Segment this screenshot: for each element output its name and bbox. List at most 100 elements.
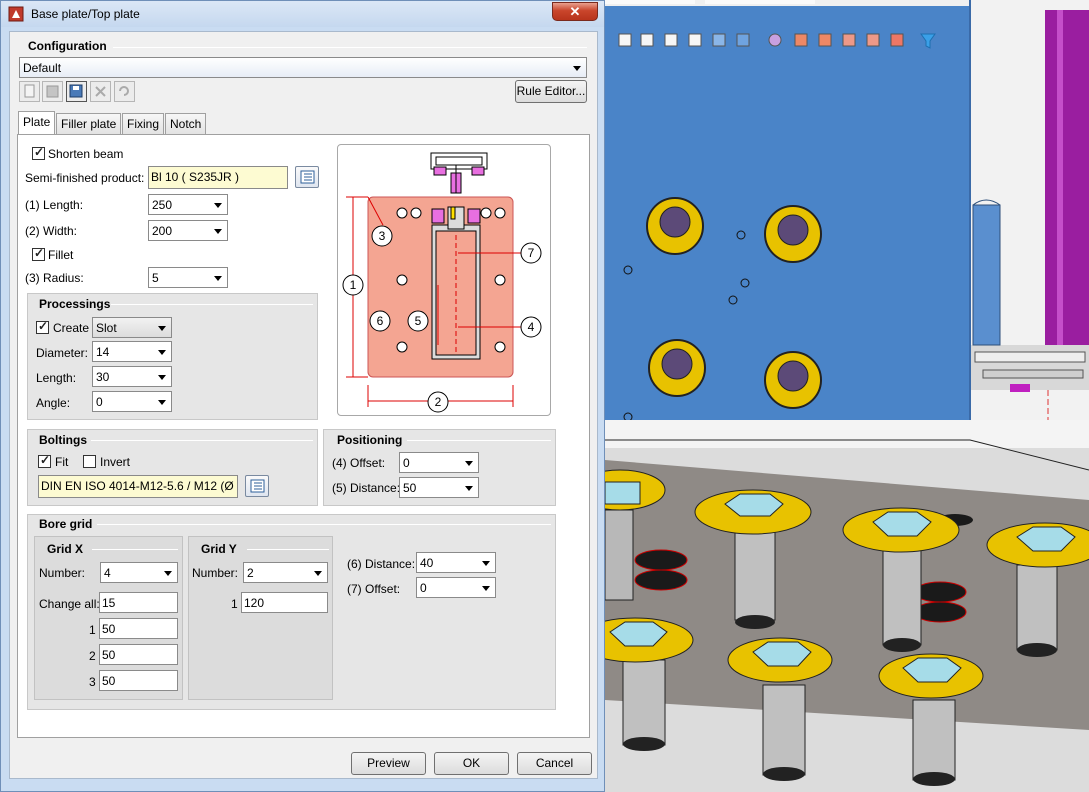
processing-type-select[interactable]: Slot [92,317,172,338]
chevron-down-icon [465,461,473,466]
semi-finished-browse-button[interactable] [295,166,319,188]
change-all-field[interactable]: 15 [99,592,178,613]
diameter-value: 14 [96,345,110,359]
grid-x-row-2-index: 2 [89,649,96,663]
3d-viewport[interactable] [605,0,1089,792]
shorten-beam-label: Shorten beam [48,147,124,161]
grid-x-row-3-index: 3 [89,675,96,689]
offset-value: 0 [403,456,410,470]
processings-heading: Processings [36,297,114,311]
width-select[interactable]: 200 [148,220,228,241]
tab-plate[interactable]: Plate [18,111,56,135]
rule-editor-button[interactable]: Rule Editor... [515,80,587,103]
bolt-browse-button[interactable] [245,475,269,497]
bore-distance-select[interactable]: 40 [416,552,496,573]
title-bar[interactable]: Base plate/Top plate ✕ [1,1,604,27]
grid-y-number-label: Number: [192,566,239,580]
wall-bolt-1 [646,197,704,255]
cancel-button[interactable]: Cancel [517,752,592,775]
callout-4: 4 [528,320,535,334]
close-button[interactable]: ✕ [552,2,598,21]
chevron-down-icon [214,276,222,281]
new-config-button[interactable] [19,81,40,102]
grid-y-row-1-field[interactable]: 120 [241,592,328,613]
ok-button[interactable]: OK [434,752,509,775]
bore-offset-select[interactable]: 0 [416,577,496,598]
wall-bolt-4 [764,351,822,409]
chevron-down-icon [214,229,222,234]
change-all-label: Change all: [39,597,100,611]
radius-select[interactable]: 5 [148,267,228,288]
purple-rail [1045,10,1089,385]
new-document-icon [24,84,35,98]
configuration-select[interactable]: Default [19,57,587,78]
angle-label: Angle: [36,396,71,410]
app-icon [8,6,24,22]
save-config-button[interactable] [42,81,63,102]
chevron-down-icon [214,203,222,208]
radius-label: (3) Radius: [25,271,84,285]
length-value: 250 [152,198,173,212]
bore-offset-label: (7) Offset: [347,582,401,596]
grid-x-row-3-field[interactable]: 50 [99,670,178,691]
tab-notch[interactable]: Notch [165,113,207,134]
chevron-down-icon [164,571,172,576]
offset-select[interactable]: 0 [399,452,479,473]
delete-config-button[interactable] [90,81,111,102]
chevron-down-icon [465,486,473,491]
chevron-down-icon [158,375,166,380]
grid-x-number-label: Number: [39,566,86,580]
save-icon [46,85,59,98]
diameter-label: Diameter: [36,346,89,360]
chevron-down-icon [158,350,166,355]
processing-type-value: Slot [96,321,117,335]
3d-scene [605,0,1089,792]
refresh-config-button[interactable] [114,81,135,102]
invert-checkbox[interactable] [83,455,96,468]
offset-label: (4) Offset: [332,456,386,470]
grid-x-row-2-field[interactable]: 50 [99,644,178,665]
fillet-checkbox[interactable] [32,246,45,261]
preview-button[interactable]: Preview [351,752,426,775]
semi-finished-field[interactable]: Bl 10 ( S235JR ) [148,166,288,189]
distance-select[interactable]: 50 [399,477,479,498]
catalog-icon [300,170,315,184]
grid-x-row-1-field[interactable]: 50 [99,618,178,639]
callout-7: 7 [528,246,535,260]
grid-y-number-select[interactable]: 2 [243,562,328,583]
bore-distance-label: (6) Distance: [347,557,416,571]
plate-dimension-drawing: 1 2 3 4 5 6 7 [342,152,542,413]
fillet-label: Fillet [48,248,74,262]
length-select[interactable]: 250 [148,194,228,215]
distance-label: (5) Distance: [332,481,401,495]
angle-select[interactable]: 0 [92,391,172,412]
bolt-spec-field[interactable]: DIN EN ISO 4014-M12-5.6 / M12 (Ø [38,475,238,498]
tab-fixing[interactable]: Fixing [122,113,165,134]
callout-3: 3 [379,229,386,243]
window-title: Base plate/Top plate [31,7,140,21]
grid-x-row-1-index: 1 [89,623,96,637]
create-processing-checkbox[interactable] [36,319,49,334]
fit-checkbox[interactable] [38,453,51,468]
grid-x-heading: Grid X [44,542,87,556]
callout-2: 2 [435,395,442,409]
width-value: 200 [152,224,173,238]
diameter-select[interactable]: 14 [92,341,172,362]
tab-filler-plate[interactable]: Filler plate [56,113,122,134]
callout-6: 6 [377,314,384,328]
processing-length-select[interactable]: 30 [92,366,172,387]
shorten-beam-checkbox[interactable] [32,145,45,160]
grid-y-number-value: 2 [247,566,254,580]
save-as-config-button[interactable] [66,81,87,102]
grid-x-number-select[interactable]: 4 [100,562,178,583]
create-label: Create [53,321,90,335]
grid-y-row-1-index: 1 [231,597,238,611]
distance-value: 50 [403,481,417,495]
refresh-icon [119,86,129,96]
catalog-icon [250,479,265,493]
positioning-heading: Positioning [334,433,406,447]
chevron-down-icon [314,571,322,576]
base-plate-dialog: Base plate/Top plate ✕ Configuration Def… [0,0,605,792]
configuration-value: Default [23,61,62,75]
grid-x-number-value: 4 [104,566,111,580]
